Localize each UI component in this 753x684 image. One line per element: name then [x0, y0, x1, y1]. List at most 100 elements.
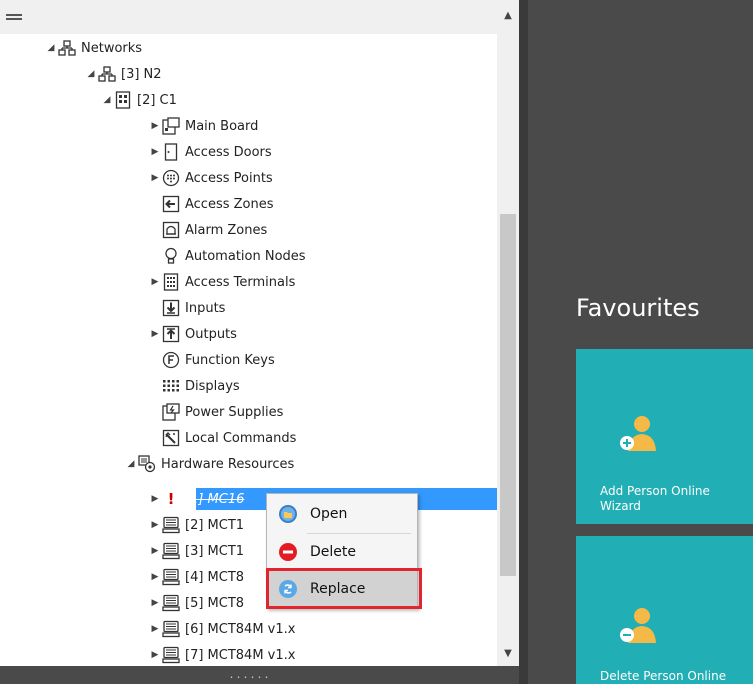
- tree-node-hardware-resources[interactable]: ◢ Hardware Resources: [124, 452, 294, 476]
- favourite-tile-delete-person[interactable]: Delete Person Online: [576, 536, 753, 684]
- delete-person-icon: [616, 605, 662, 645]
- tree-node-mc16-selected[interactable]: ▶ ! [1] MC16: [148, 487, 245, 511]
- tree-node-c1[interactable]: ◢ [2] C1: [100, 88, 177, 112]
- expand-toggle-icon[interactable]: ▶: [148, 513, 162, 537]
- tree-node-access-points[interactable]: ▶ Access Points: [148, 166, 273, 190]
- tree-node-access-doors[interactable]: ▶ Access Doors: [148, 140, 272, 164]
- panel-resize-bar[interactable]: ......: [0, 666, 519, 684]
- tree-node-label: Hardware Resources: [161, 456, 295, 472]
- expand-toggle-icon[interactable]: ▶: [148, 114, 162, 138]
- tree-toolbar: [0, 0, 519, 34]
- expand-toggle-icon[interactable]: ▶: [148, 322, 162, 346]
- tree-node-label: Access Zones: [185, 196, 274, 212]
- menu-item-delete[interactable]: Delete: [267, 534, 417, 570]
- open-icon: [278, 504, 298, 524]
- tree-node-n2[interactable]: ◢ [3] N2: [84, 62, 162, 86]
- tree-node-power-supplies[interactable]: Power Supplies: [148, 400, 283, 424]
- controller-icon: [114, 91, 132, 109]
- add-person-icon: [616, 413, 662, 453]
- keypad-icon: [162, 273, 180, 291]
- replace-highlight-outline: [266, 568, 422, 609]
- expand-toggle-icon[interactable]: ▶: [148, 565, 162, 589]
- tree-node-label: Outputs: [185, 326, 237, 342]
- display-icon: [162, 377, 180, 395]
- tree-view[interactable]: ◢ Networks ◢ [3] N2 ◢ [2] C1 ▶ Main Boar…: [0, 34, 497, 666]
- menu-item-open[interactable]: Open: [267, 496, 417, 532]
- tree-node-outputs[interactable]: ▶ Outputs: [148, 322, 237, 346]
- tree-node-terminal-7[interactable]: ▶ [7] MCT84M v1.x: [148, 643, 295, 667]
- tree-node-terminal-3[interactable]: ▶ [3] MCT1: [148, 539, 244, 563]
- expand-toggle-icon[interactable]: ◢: [44, 36, 58, 60]
- expand-toggle-icon[interactable]: ▶: [148, 166, 162, 190]
- expand-toggle-icon: [148, 426, 162, 450]
- tree-node-label: Power Supplies: [185, 404, 284, 420]
- expand-toggle-icon[interactable]: ▶: [148, 140, 162, 164]
- tree-node-label: Main Board: [185, 118, 259, 134]
- local-command-icon: [162, 429, 180, 447]
- tree-node-label: Inputs: [185, 300, 226, 316]
- scroll-up-icon[interactable]: ▲: [497, 6, 519, 24]
- tree-node-function-keys[interactable]: Function Keys: [148, 348, 275, 372]
- expand-toggle-icon[interactable]: ▶: [148, 539, 162, 563]
- menu-icon[interactable]: [6, 14, 22, 20]
- hardware-icon: [138, 455, 156, 473]
- tree-node-label: Networks: [81, 40, 143, 56]
- tree-node-access-zones[interactable]: Access Zones: [148, 192, 274, 216]
- scroll-down-icon[interactable]: ▼: [497, 644, 519, 662]
- tree-node-networks[interactable]: ◢ Networks: [44, 36, 142, 60]
- network-icon: [98, 65, 116, 83]
- expand-toggle-icon[interactable]: ▶: [148, 617, 162, 641]
- main-board-icon: [162, 117, 180, 135]
- favourites-panel: Favourites Add Person Online Wizard Dele…: [528, 0, 753, 684]
- expand-toggle-icon[interactable]: ◢: [100, 88, 114, 112]
- vertical-scrollbar[interactable]: ▲ ▼: [497, 0, 519, 666]
- power-supply-icon: [162, 403, 180, 421]
- bulb-icon: [162, 247, 180, 265]
- tree-node-label: Alarm Zones: [185, 222, 268, 238]
- expand-toggle-icon: [148, 218, 162, 242]
- tree-node-label: Access Terminals: [185, 274, 296, 290]
- tree-node-label: [3] MCT1: [185, 543, 245, 559]
- expand-toggle-icon: [148, 244, 162, 268]
- terminal-icon: [162, 542, 180, 560]
- tree-node-label: [1] MC16: [185, 491, 245, 507]
- tree-node-access-terminals[interactable]: ▶ Access Terminals: [148, 270, 295, 294]
- terminal-icon: [162, 594, 180, 612]
- tree-node-alarm-zones[interactable]: Alarm Zones: [148, 218, 267, 242]
- expand-toggle-icon: [148, 400, 162, 424]
- tree-node-local-commands[interactable]: Local Commands: [148, 426, 296, 450]
- door-icon: [162, 143, 180, 161]
- delete-icon: [278, 542, 298, 562]
- tree-node-terminal-2[interactable]: ▶ [2] MCT1: [148, 513, 244, 537]
- tree-node-terminal-5[interactable]: ▶ [5] MCT8: [148, 591, 244, 615]
- tree-node-main-board[interactable]: ▶ Main Board: [148, 114, 258, 138]
- tree-node-terminal-6[interactable]: ▶ [6] MCT84M v1.x: [148, 617, 295, 641]
- tree-node-displays[interactable]: Displays: [148, 374, 240, 398]
- expand-toggle-icon[interactable]: ▶: [148, 591, 162, 615]
- expand-toggle-icon[interactable]: ▶: [148, 643, 162, 667]
- function-key-icon: [162, 351, 180, 369]
- tree-node-label: [7] MCT84M v1.x: [185, 647, 296, 663]
- favourite-tile-add-person[interactable]: Add Person Online Wizard: [576, 349, 753, 524]
- expand-toggle-icon[interactable]: ▶: [148, 487, 162, 511]
- tree-node-label: Access Doors: [185, 144, 272, 160]
- expand-toggle-icon[interactable]: ◢: [124, 452, 138, 476]
- tree-node-automation-nodes[interactable]: Automation Nodes: [148, 244, 306, 268]
- access-zone-icon: [162, 195, 180, 213]
- output-icon: [162, 325, 180, 343]
- favourites-title: Favourites: [576, 294, 700, 322]
- access-point-icon: [162, 169, 180, 187]
- menu-item-label: Open: [310, 506, 348, 522]
- tile-label: Delete Person Online: [600, 669, 727, 683]
- expand-toggle-icon[interactable]: ▶: [148, 270, 162, 294]
- tree-node-label: Access Points: [185, 170, 273, 186]
- tree-node-inputs[interactable]: Inputs: [148, 296, 225, 320]
- scrollbar-thumb[interactable]: [500, 214, 516, 576]
- network-icon: [58, 39, 76, 57]
- panel-splitter[interactable]: [519, 0, 528, 684]
- expand-toggle-icon[interactable]: ◢: [84, 62, 98, 86]
- tree-node-label: [4] MCT8: [185, 569, 245, 585]
- resize-grip-icon[interactable]: ......: [228, 670, 270, 681]
- expand-toggle-icon: [148, 296, 162, 320]
- tree-node-terminal-4[interactable]: ▶ [4] MCT8: [148, 565, 244, 589]
